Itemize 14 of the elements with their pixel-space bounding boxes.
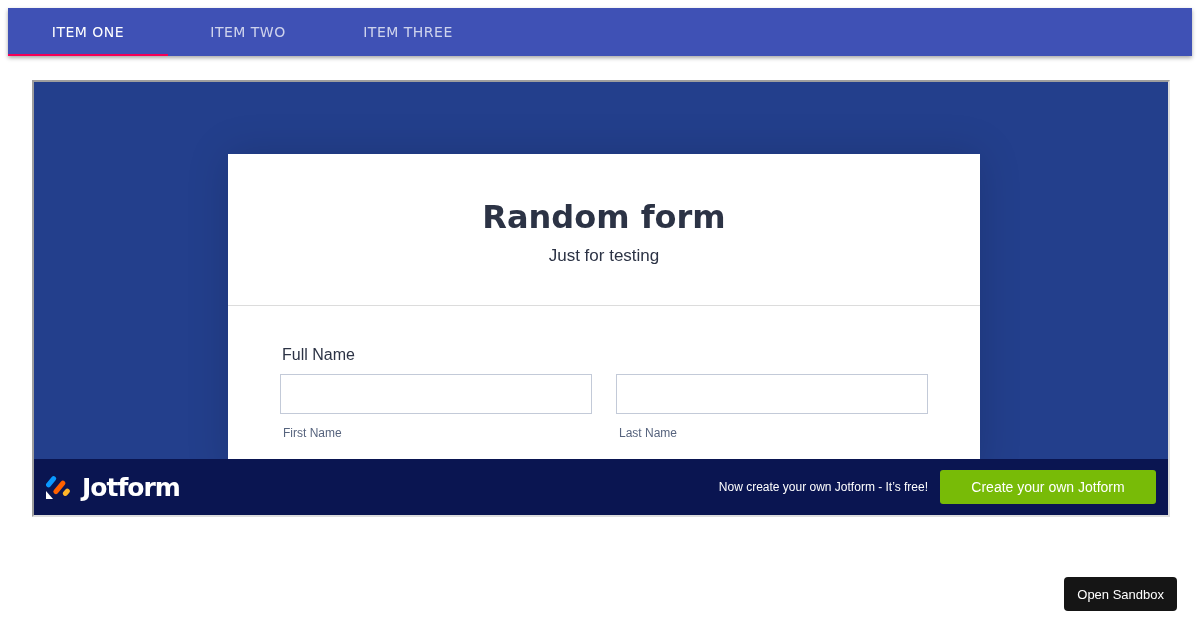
brand-name: Jotform — [82, 472, 180, 502]
promo-text: Now create your own Jotform - It’s free! — [718, 480, 928, 495]
input-sublabel: First Name — [283, 426, 342, 440]
form-title: Random form — [481, 198, 727, 236]
logo-icon — [46, 475, 70, 500]
open-sandbox-button[interactable]: Open Sandbox — [1064, 577, 1177, 611]
field-label: Full Name — [282, 346, 356, 364]
input-field[interactable] — [616, 374, 928, 414]
input-sublabel: Last Name — [619, 426, 678, 440]
tab[interactable]: ITEM THREE — [328, 8, 488, 56]
input-field[interactable] — [280, 374, 592, 414]
form-subtitle: Just for testing — [547, 246, 661, 266]
tab[interactable]: ITEM TWO — [168, 8, 328, 56]
tab[interactable]: ITEM ONE — [8, 8, 168, 56]
